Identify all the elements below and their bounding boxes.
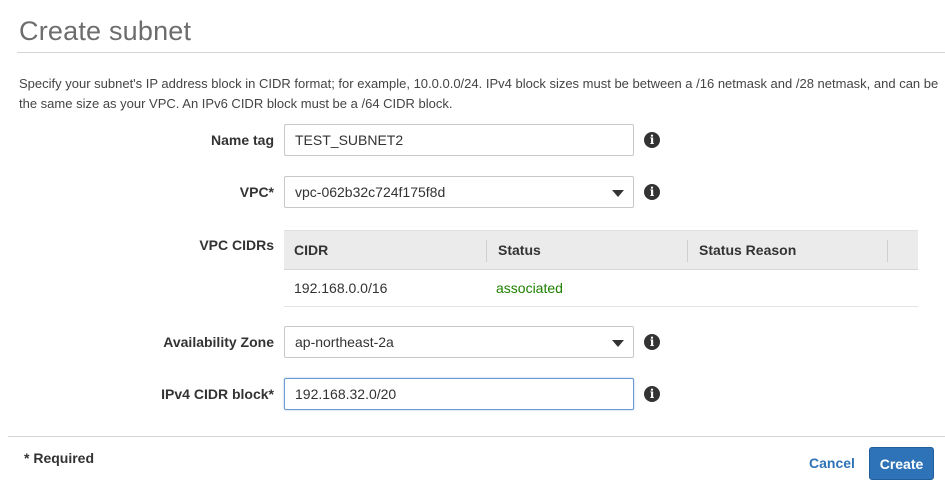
page-title: Create subnet <box>19 16 192 46</box>
column-header-status-reason: Status Reason <box>699 242 797 258</box>
status-cell: associated <box>496 280 563 296</box>
info-icon[interactable]: i <box>644 386 660 402</box>
title-divider <box>17 52 945 53</box>
availability-zone-label: Availability Zone <box>163 334 274 350</box>
column-divider <box>887 240 888 262</box>
vpc-cidrs-table: CIDR Status Status Reason 192.168.0.0/16… <box>284 230 918 307</box>
vpc-selected-value: vpc-062b32c724f175f8d <box>295 184 446 200</box>
availability-zone-selected-value: ap-northeast-2a <box>295 334 394 350</box>
ipv4-cidr-label: IPv4 CIDR block* <box>161 386 274 402</box>
chevron-down-icon <box>612 340 624 347</box>
name-tag-input[interactable] <box>295 126 623 154</box>
column-header-status: Status <box>498 242 541 258</box>
footer-divider <box>8 436 945 437</box>
table-header: CIDR Status Status Reason <box>284 230 918 270</box>
vpc-label: VPC* <box>239 184 274 200</box>
create-button[interactable]: Create <box>869 447 934 480</box>
name-tag-field[interactable] <box>284 124 634 156</box>
availability-zone-select[interactable]: ap-northeast-2a <box>284 326 634 358</box>
ipv4-cidr-input[interactable] <box>295 380 623 408</box>
vpc-select[interactable]: vpc-062b32c724f175f8d <box>284 176 634 208</box>
info-icon[interactable]: i <box>644 184 660 200</box>
chevron-down-icon <box>612 190 624 197</box>
column-header-cidr: CIDR <box>294 242 329 258</box>
column-divider <box>486 240 487 262</box>
info-icon[interactable]: i <box>644 334 660 350</box>
description-text: Specify your subnet's IP address block i… <box>19 76 939 111</box>
info-icon[interactable]: i <box>644 132 660 148</box>
cancel-button[interactable]: Cancel <box>809 455 855 471</box>
ipv4-cidr-field[interactable] <box>284 378 634 410</box>
cidr-cell: 192.168.0.0/16 <box>294 280 388 296</box>
column-divider <box>687 240 688 262</box>
vpc-cidrs-label: VPC CIDRs <box>199 237 274 253</box>
table-row: 192.168.0.0/16 associated <box>284 270 918 307</box>
name-tag-label: Name tag <box>210 132 274 148</box>
required-note: * Required <box>24 450 95 466</box>
